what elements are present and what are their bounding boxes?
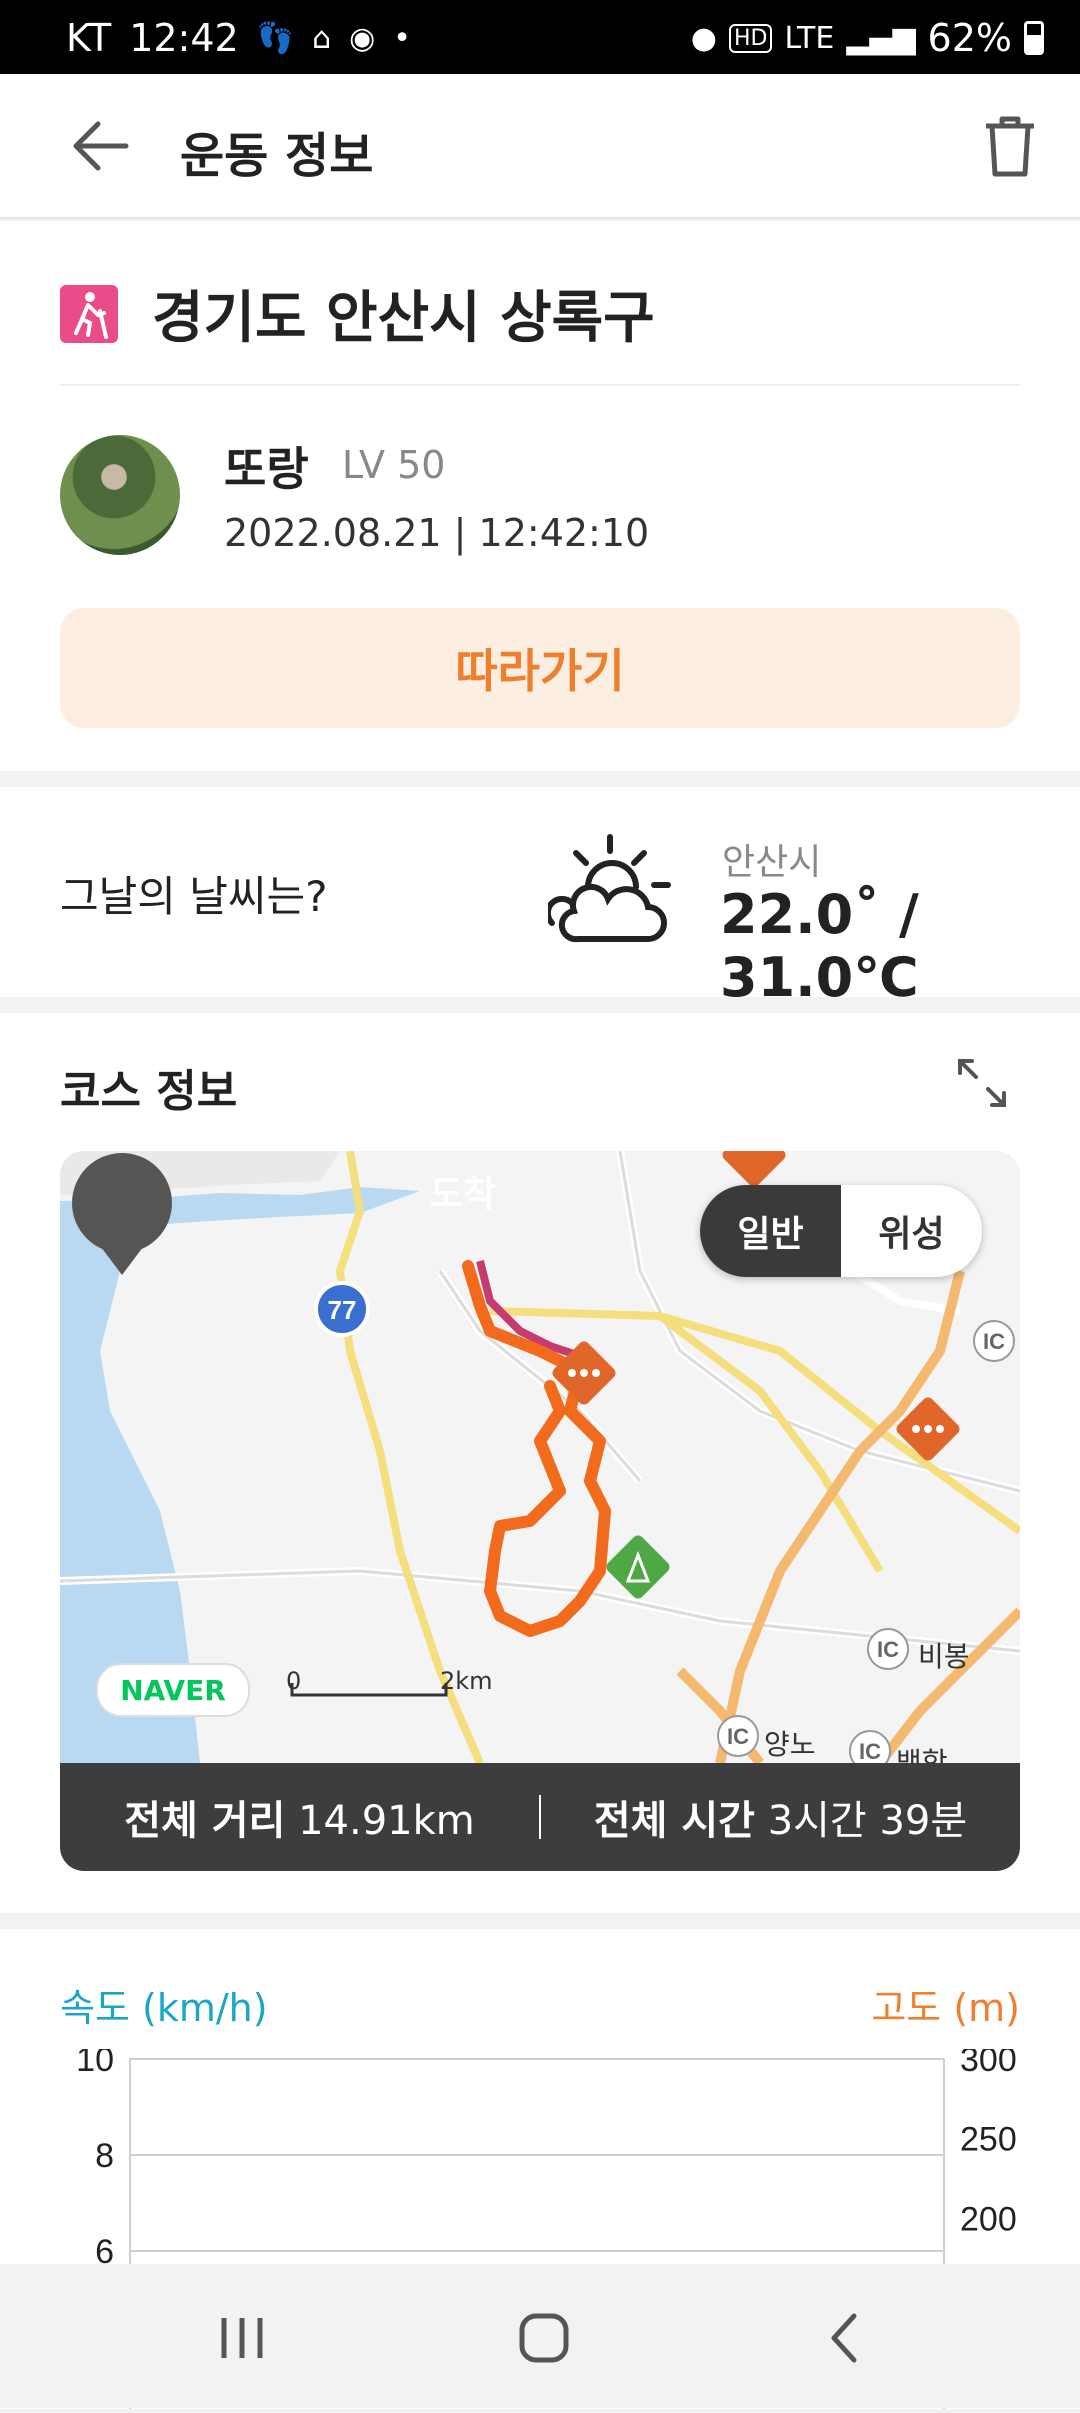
ic-label: IC xyxy=(859,1739,881,1763)
divider xyxy=(60,384,1020,386)
battery-percent: 62% xyxy=(927,16,1012,60)
ic-label: IC xyxy=(983,1329,1005,1354)
status-time: 12:42 xyxy=(129,16,239,60)
system-nav-bar xyxy=(0,2264,1080,2408)
trash-icon[interactable] xyxy=(980,114,1040,178)
back-nav-icon[interactable] xyxy=(816,2308,876,2368)
ic-label: IC xyxy=(877,1637,899,1662)
map-type-toggle[interactable]: 일반 위성 xyxy=(700,1185,982,1277)
hd-voice-icon: HD xyxy=(728,23,773,53)
place-label-yangno: 양노 xyxy=(764,1728,816,1761)
total-distance-value: 14.91km xyxy=(298,1798,475,1844)
place-label-bibong: 비봉 xyxy=(918,1640,970,1673)
course-card: 코스 정보 77 IC IC IC IC 도착 일반 위성 NAVER 0 2k… xyxy=(0,1013,1080,1913)
status-bar: KT 12:42 👣 ⌂ ◉ • ● HD LTE ▂▄▆ 62% xyxy=(0,0,1080,74)
app-notification-icon: ⌂ xyxy=(312,20,332,56)
weather-city: 안산시 xyxy=(722,842,822,883)
location-title: 경기도 안산시 상록구 xyxy=(152,286,655,351)
location-icon: ● xyxy=(690,20,717,56)
speed-tick-label: 8 xyxy=(95,2137,114,2175)
follow-button[interactable]: 따라가기 xyxy=(60,608,1020,728)
home-icon[interactable] xyxy=(514,2308,574,2368)
battery-icon xyxy=(1024,21,1044,55)
course-map[interactable]: 77 IC IC IC IC 도착 일반 위성 NAVER 0 2km 비봉 양… xyxy=(60,1151,1020,1763)
speed-tick-label: 10 xyxy=(76,2049,114,2079)
user-name: 또랑 xyxy=(224,442,309,496)
map-satellite-option[interactable]: 위성 xyxy=(841,1185,982,1277)
expand-icon[interactable] xyxy=(954,1055,1010,1111)
altitude-axis-label: 고도 (m) xyxy=(871,1986,1020,2030)
footprint-icon: 👣 xyxy=(256,20,295,56)
app-header: 운동 정보 xyxy=(0,74,1080,219)
back-arrow-icon[interactable] xyxy=(70,120,130,172)
ic-label: IC xyxy=(727,1724,749,1749)
total-distance: 전체 거리 14.91km xyxy=(60,1788,539,1846)
total-distance-label: 전체 거리 xyxy=(124,1798,286,1844)
scale-start-label: 0 xyxy=(286,1667,302,1695)
waypoint-marker[interactable] xyxy=(720,1151,788,1189)
altitude-tick-label: 300 xyxy=(960,2049,1017,2079)
weather-card: 그날의 날씨는? 안산시 22.0˚ / 31.0℃ xyxy=(0,787,1080,1009)
altitude-tick-label: 200 xyxy=(960,2200,1017,2238)
avatar[interactable] xyxy=(60,435,180,555)
altitude-tick-label: 250 xyxy=(960,2121,1017,2159)
recent-apps-icon[interactable] xyxy=(212,2308,272,2368)
user-level: LV 50 xyxy=(342,443,446,487)
carrier-label: KT xyxy=(66,16,112,60)
mountain-marker[interactable] xyxy=(604,1533,672,1601)
network-label: LTE xyxy=(784,20,835,56)
route-number-label: 77 xyxy=(328,1295,357,1325)
total-time: 전체 시간 3시간 39분 xyxy=(541,1788,1020,1846)
map-normal-option[interactable]: 일반 xyxy=(700,1185,841,1277)
activity-datetime: 2022.08.21 | 12:42:10 xyxy=(224,511,650,555)
course-title: 코스 정보 xyxy=(60,1066,238,1117)
hiking-icon xyxy=(60,284,118,343)
arrival-label: 도착 xyxy=(429,1174,497,1215)
more-notifications-icon: • xyxy=(393,20,411,56)
weather-question: 그날의 날씨는? xyxy=(60,872,328,921)
total-time-label: 전체 시간 xyxy=(593,1798,755,1844)
activity-card: 경기도 안산시 상록구 또랑 LV 50 2022.08.21 | 12:42:… xyxy=(0,221,1080,771)
watch-icon: ◉ xyxy=(349,20,376,56)
scale-end-label: 2km xyxy=(440,1667,493,1695)
partly-cloudy-icon xyxy=(548,834,671,943)
signal-icon: ▂▄▆ xyxy=(846,20,916,56)
place-label-baekhak: 백학 xyxy=(896,1746,948,1763)
total-time-value: 3시간 39분 xyxy=(767,1798,968,1844)
course-stats-bar: 전체 거리 14.91km 전체 시간 3시간 39분 xyxy=(60,1763,1020,1871)
naver-logo: NAVER xyxy=(96,1663,250,1717)
weather-temperature: 22.0˚ / 31.0℃ xyxy=(720,883,919,1009)
page-title: 운동 정보 xyxy=(180,128,374,184)
speed-axis-label: 속도 (km/h) xyxy=(60,1986,268,2030)
arrival-pin[interactable] xyxy=(60,1151,184,1281)
